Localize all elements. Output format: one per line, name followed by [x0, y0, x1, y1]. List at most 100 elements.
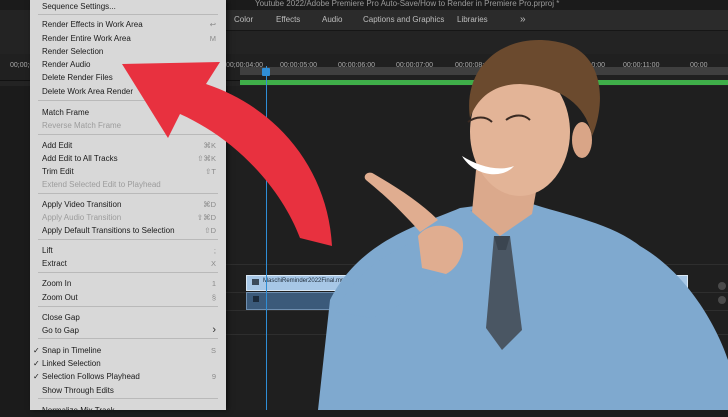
menu-item-label: Apply Audio Transition	[42, 213, 122, 222]
more-workspaces-chevron-icon[interactable]: »	[520, 10, 526, 30]
audio-clip[interactable]	[246, 292, 688, 310]
tab-audio[interactable]: Audio	[322, 10, 342, 30]
tab-color[interactable]: Color	[234, 10, 253, 30]
menu-item-shortcut: X	[210, 259, 216, 268]
menu-item-shortcut: ↩	[209, 20, 216, 29]
menu-item-label: Zoom In	[42, 279, 72, 288]
menu-item-apply-default-transitions-to-selection[interactable]: Apply Default Transitions to Selection ⇧D	[30, 224, 226, 237]
menu-item-label: Close Gap	[42, 313, 80, 322]
menu-item-label: Delete Work Area Render	[42, 87, 134, 96]
menu-item-reverse-match-frame: Reverse Match Frame ⇧R	[30, 119, 226, 132]
menu-item-label: Selection Follows Playhead	[42, 372, 140, 381]
menu-item-label: Match Frame	[42, 108, 90, 117]
menu-item-shortcut: ⇧⌘K	[197, 154, 216, 163]
menu-item-label: Linked Selection	[42, 359, 101, 368]
menu-item-label: Zoom Out	[42, 293, 78, 302]
menu-separator	[38, 193, 218, 194]
menu-item-shortcut: §	[211, 293, 216, 302]
menu-item-shortcut: ⇧R	[204, 121, 216, 130]
tab-effects[interactable]: Effects	[276, 10, 300, 30]
menu-item-render-selection[interactable]: Render Selection	[30, 45, 226, 58]
menu-item-label: Sequence Settings...	[42, 2, 116, 11]
menu-item-shortcut: ;	[213, 246, 216, 255]
submenu-chevron-icon: ›	[212, 324, 216, 336]
menu-item-label: Render Selection	[42, 47, 104, 56]
menu-item-shortcut: 1	[211, 279, 216, 288]
menu-item-label: Reverse Match Frame	[42, 121, 122, 130]
menu-item-label: Extend Selected Edit to Playhead	[42, 180, 161, 189]
menu-item-label: Add Edit	[42, 141, 73, 150]
menu-item-snap-in-timeline[interactable]: ✓ Snap in Timeline S	[30, 344, 226, 357]
menu-item-linked-selection[interactable]: ✓ Linked Selection	[30, 357, 226, 370]
menu-item-label: Show Through Edits	[42, 386, 114, 395]
menu-item-selection-follows-playhead[interactable]: ✓ Selection Follows Playhead 9	[30, 370, 226, 383]
workspace-bar: Color Effects Audio Captions and Graphic…	[226, 10, 728, 31]
menu-separator	[38, 306, 218, 307]
tab-libraries[interactable]: Libraries	[457, 10, 488, 30]
clip-name: MaschiReminder2022Final.mp4	[263, 278, 348, 284]
checkmark-icon: ✓	[33, 359, 40, 368]
menu-item-render-entire-work-area[interactable]: Render Entire Work Area M	[30, 32, 226, 45]
menu-item-shortcut: ⌘K	[203, 141, 216, 150]
menu-separator	[38, 239, 218, 240]
tab-captions-and-graphics[interactable]: Captions and Graphics	[363, 10, 444, 30]
checkmark-icon: ✓	[33, 372, 40, 381]
menu-item-label: Render Entire Work Area	[42, 34, 131, 43]
menu-item-delete-work-area-render[interactable]: Delete Work Area Render	[30, 85, 226, 98]
menu-separator	[38, 272, 218, 273]
menu-item-shortcut: ⇧T	[205, 167, 216, 176]
menu-item-extract[interactable]: Extract X	[30, 257, 226, 270]
menu-item-close-gap[interactable]: Close Gap	[30, 311, 226, 324]
render-status-bar	[240, 80, 728, 85]
menu-item-apply-video-transition[interactable]: Apply Video Transition ⌘D	[30, 198, 226, 211]
menu-item-shortcut: M	[209, 34, 216, 43]
sequence-menu: Sequence Settings... Render Effects in Wo…	[30, 0, 226, 415]
project-path: Youtube 2022/Adobe Premiere Pro Auto-Sav…	[255, 0, 560, 8]
menu-separator	[38, 338, 218, 339]
menu-separator	[38, 14, 218, 15]
menu-separator	[38, 134, 218, 135]
menu-item-label: Delete Render Files	[42, 73, 113, 82]
menu-item-trim-edit[interactable]: Trim Edit ⇧T	[30, 165, 226, 178]
menu-item-shortcut: S	[210, 346, 216, 355]
menu-item-lift[interactable]: Lift;	[30, 244, 226, 257]
work-area-bar[interactable]	[240, 67, 728, 75]
menu-item-add-edit-to-all-tracks[interactable]: Add Edit to All Tracks ⇧⌘K	[30, 152, 226, 165]
menu-item-shortcut: ⇧D	[204, 226, 216, 235]
menu-item-delete-render-files[interactable]: Delete Render Files	[30, 71, 226, 84]
video-clip[interactable]: MaschiReminder2022Final.mp4	[246, 275, 688, 291]
playhead-line[interactable]	[266, 66, 267, 410]
menu-item-apply-audio-transition: Apply Audio Transition ⇧⌘D	[30, 211, 226, 224]
menu-item-match-frame[interactable]: Match Frame	[30, 106, 226, 119]
menu-item-zoom-in[interactable]: Zoom In 1	[30, 277, 226, 290]
menu-item-label: Render Effects in Work Area	[42, 20, 143, 29]
menu-item-show-through-edits[interactable]: Show Through Edits	[30, 384, 226, 397]
track-scroll-handle[interactable]	[718, 296, 726, 304]
menu-item-label: Apply Video Transition	[42, 200, 122, 209]
menu-item-label: Go to Gap	[42, 326, 79, 335]
menu-item-label: Trim Edit	[42, 167, 74, 176]
menu-item-label: Extract	[42, 259, 67, 268]
menu-item-shortcut: 9	[211, 372, 216, 381]
menu-item-label: Snap in Timeline	[42, 346, 102, 355]
menu-item-shortcut: ⌘D	[203, 200, 216, 209]
menu-item-label: Apply Default Transitions to Selection	[42, 226, 175, 235]
playhead-handle[interactable]	[262, 68, 270, 76]
track-headers	[0, 86, 30, 410]
menu-item-render-effects-in-work-area[interactable]: Render Effects in Work Area ↩	[30, 18, 226, 31]
clip-fx-icon	[252, 279, 259, 285]
menu-separator	[38, 100, 218, 101]
menu-item-label: Normalize Mix Track...	[42, 406, 122, 415]
menu-item-label: Lift	[42, 246, 53, 255]
menu-item-label: Add Edit to All Tracks	[42, 154, 118, 163]
track-scroll-handle[interactable]	[718, 282, 726, 290]
checkmark-icon: ✓	[33, 346, 40, 355]
menu-item-normalize-mix-track[interactable]: Normalize Mix Track...	[30, 404, 226, 417]
menu-item-add-edit[interactable]: Add Edit ⌘K	[30, 139, 226, 152]
menu-item-extend-selected-edit-to-playhead: Extend Selected Edit to Playhead	[30, 178, 226, 191]
menu-item-label: Render Audio	[42, 60, 91, 69]
menu-item-render-audio[interactable]: Render Audio	[30, 58, 226, 71]
menu-item-sequence-settings[interactable]: Sequence Settings...	[30, 0, 226, 13]
menu-item-zoom-out[interactable]: Zoom Out §	[30, 291, 226, 304]
menu-item-go-to-gap[interactable]: Go to Gap ›	[30, 324, 226, 337]
